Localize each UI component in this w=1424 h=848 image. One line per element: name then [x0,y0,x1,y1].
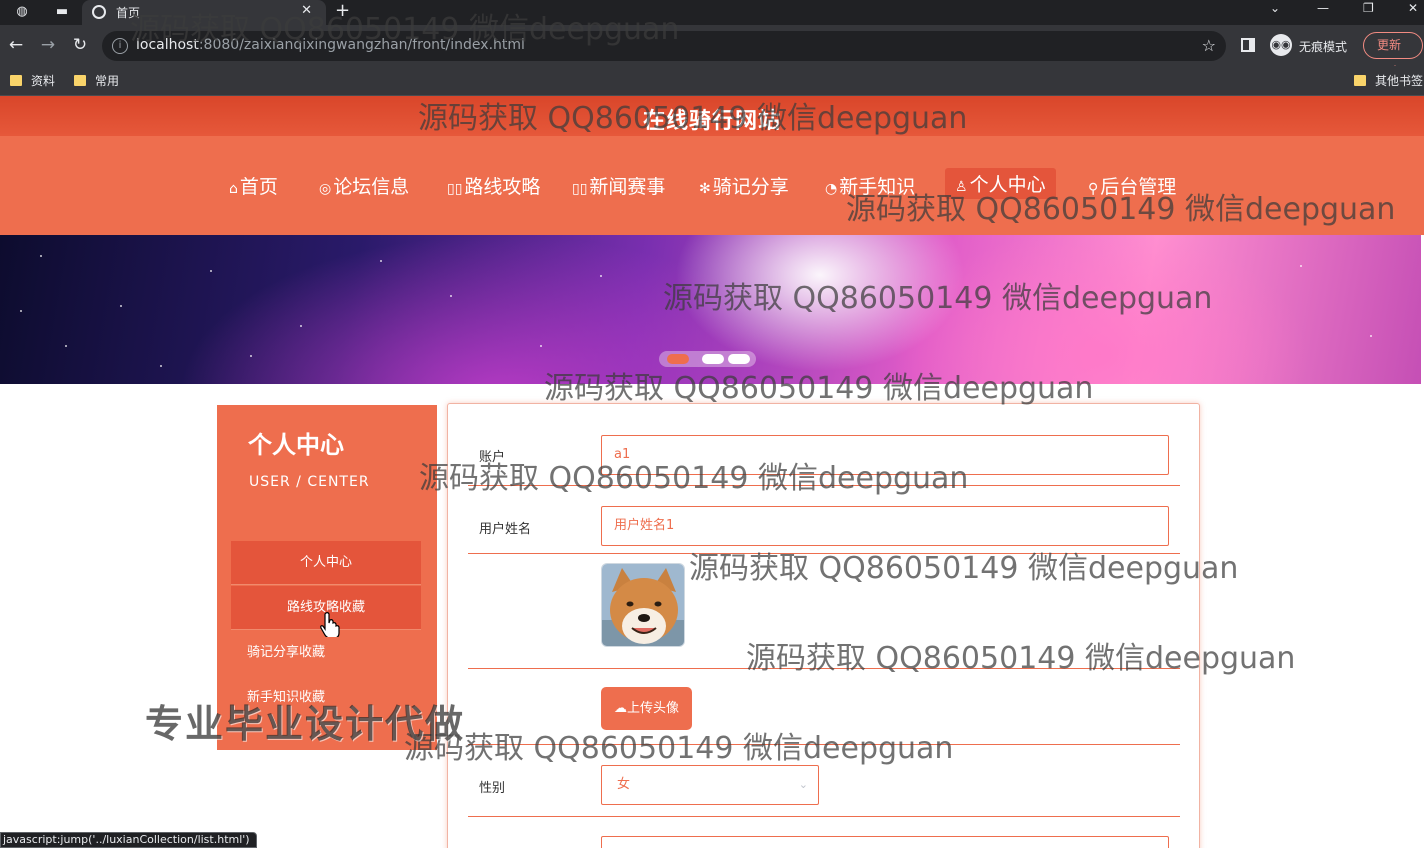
next-input[interactable] [601,836,1169,848]
new-tab-icon[interactable]: + [335,0,350,21]
account-input[interactable]: a1 [601,435,1169,475]
clock-icon: ◔ [825,181,838,197]
nav-routes[interactable]: ▯▯ 路线攻略 [447,172,540,199]
close-tab-icon[interactable]: ✕ [301,3,312,18]
forum-icon: ◎ [319,181,332,197]
site-title: 在线骑行网站 [642,109,781,134]
sidebar-subtitle: USER / CENTER [249,474,370,490]
home-icon: ⌂ [229,181,238,197]
user-icon: ♙ [955,179,968,195]
restore-icon[interactable]: ❐ [1363,1,1374,15]
name-label: 用户姓名 [479,522,532,537]
incognito-icon[interactable]: ◉◉ [1270,34,1292,56]
nav-share[interactable]: ✻ 骑记分享 [699,172,789,199]
browser-tab-strip: ◍ ▬ 首页 ✕ + ⌄ — ❐ ✕ [0,0,1424,25]
tab-title: 首页 [116,6,141,20]
upload-row: ☁上传头像 [468,669,1180,745]
gender-row: 性别 女 ⌄ [468,745,1180,817]
close-window-icon[interactable]: ✕ [1408,1,1418,15]
carousel-indicator [659,351,756,367]
dog-avatar-image [602,564,684,646]
globe-icon[interactable]: ◍ [10,3,34,21]
cloud-upload-icon: ☁ [613,701,627,716]
bookmark-folder-1[interactable]: 资料 [10,72,55,89]
avatar [601,563,685,647]
bookmark-folder-2[interactable]: 常用 [74,72,119,89]
minimize-icon[interactable]: — [1317,1,1329,15]
nav-home[interactable]: ⌂ 首页 [229,172,278,199]
name-input[interactable]: 用户姓名1 [601,506,1169,546]
nav-news[interactable]: ▯▯ 新闻赛事 [572,172,665,199]
browser-toolbar: ← → ↻ i localhost:8080/zaixianqixingwang… [0,25,1424,77]
tab-search-icon[interactable]: ▬ [50,3,74,21]
browser-tab[interactable]: 首页 ✕ [82,0,326,25]
update-button[interactable]: 更新⋮ [1363,32,1423,77]
hero-banner [0,235,1421,384]
upload-avatar-button[interactable]: ☁上传头像 [601,687,692,730]
back-icon[interactable]: ← [6,35,26,55]
account-row: 账户 a1 [468,426,1180,486]
sidebar-item-share-favorites[interactable]: 骑记分享收藏 [231,631,421,675]
address-bar[interactable]: i localhost:8080/zaixianqixingwangzhan/f… [102,31,1226,61]
profile-form: 账户 a1 用户姓名 用户姓名1 ☁上传头像 性别 女 ⌄ [447,403,1200,848]
side-panel-icon[interactable] [1241,38,1255,52]
folder-icon [74,75,86,86]
main-nav: ⌂ 首页 ◎ 论坛信息 ▯▯ 路线攻略 ▯▯ 新闻赛事 ✻ 骑记分享 ◔ 新手知识 ♙ 个人中… [0,136,1424,235]
routes-icon: ▯▯ [447,181,463,197]
key-icon: ⚲ [1088,181,1099,197]
forward-icon[interactable]: → [38,35,58,55]
news-icon: ▯▯ [572,181,588,197]
nav-admin[interactable]: ⚲ 后台管理 [1088,172,1176,199]
favicon-icon [92,5,106,19]
reload-icon[interactable]: ↻ [70,35,90,55]
sidebar-title: 个人中心 [248,431,344,459]
hand-cursor-icon [320,612,340,637]
name-row: 用户姓名 用户姓名1 [468,486,1180,554]
gender-label: 性别 [479,781,506,796]
chevron-down-icon: ⌄ [798,778,808,791]
share-icon: ✻ [699,181,711,197]
carousel-dot-1[interactable] [667,354,689,364]
status-bar-url: javascript:jump('../luxianCollection/lis… [0,832,257,848]
site-header: 在线骑行网站 [0,96,1424,136]
avatar-row [468,554,1180,669]
bookmarks-bar: 资料 常用 其他书签 [0,66,1424,96]
chevron-down-icon[interactable]: ⌄ [1270,1,1280,15]
promo-overlay: 专业毕业设计代做 [145,702,466,746]
carousel-dot-3[interactable] [728,354,750,364]
next-row [468,817,1180,848]
url-text: localhost:8080/zaixianqixingwangzhan/fro… [136,37,525,53]
sidebar-item-user-center[interactable]: 个人中心 [231,541,421,585]
nav-forum[interactable]: ◎ 论坛信息 [319,172,409,199]
site-info-icon[interactable]: i [112,38,128,54]
folder-icon [10,75,22,86]
carousel-dot-2[interactable] [702,354,724,364]
folder-icon [1354,75,1366,86]
nav-novice[interactable]: ◔ 新手知识 [825,172,915,199]
gender-select[interactable]: 女 ⌄ [601,765,819,805]
other-bookmarks[interactable]: 其他书签 [1354,72,1423,89]
account-label: 账户 [479,450,506,465]
bookmark-star-icon[interactable]: ☆ [1202,36,1216,55]
incognito-label: 无痕模式 [1299,40,1348,54]
nav-user-center[interactable]: ♙ 个人中心 [945,168,1056,199]
